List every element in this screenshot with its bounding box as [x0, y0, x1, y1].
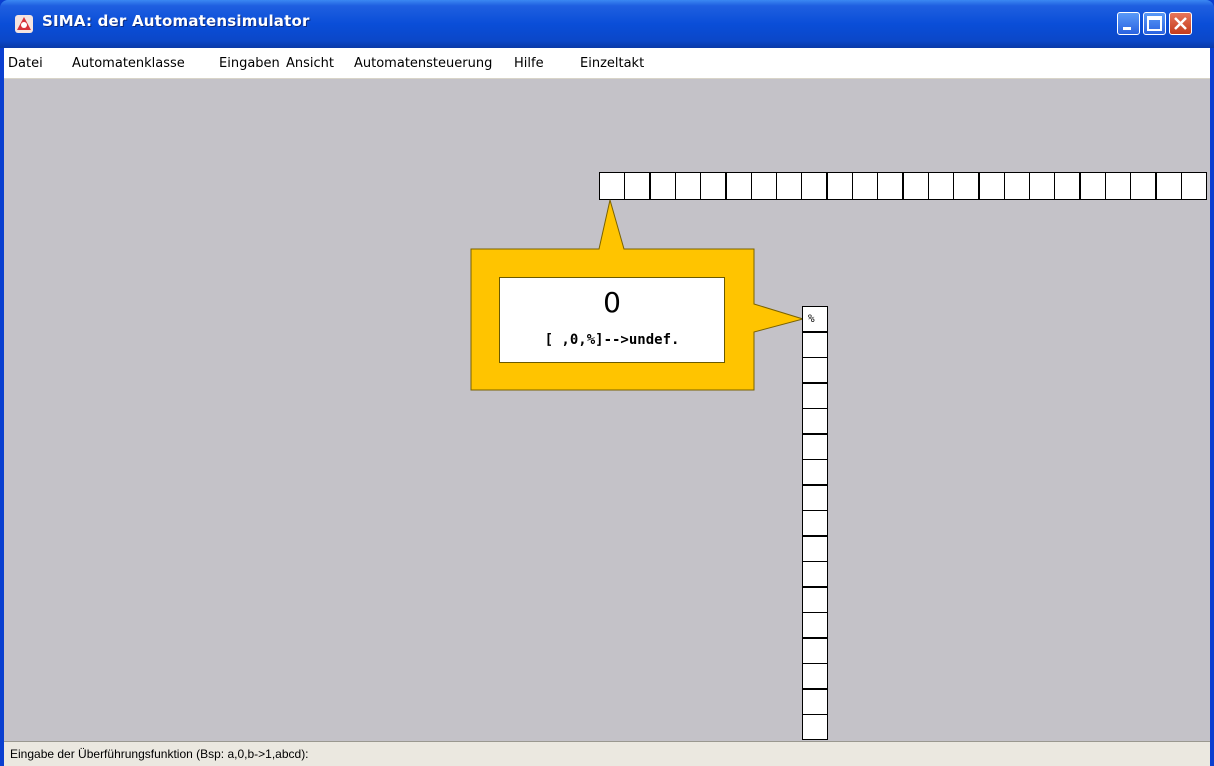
vertical-tape-cell	[802, 331, 828, 358]
vertical-tape-cell	[802, 408, 828, 434]
transition-text: [ ,0,%]-->undef.	[544, 332, 680, 348]
vertical-tape-cell: %	[802, 306, 828, 332]
close-button[interactable]	[1169, 12, 1192, 35]
vertical-tape-cell	[802, 433, 828, 460]
vertical-tape-cell	[802, 714, 828, 740]
vertical-tape-cell	[802, 663, 828, 689]
vertical-tape-cell	[802, 637, 828, 664]
minimize-icon	[1123, 27, 1131, 30]
app-icon	[15, 15, 33, 33]
window-title: SIMA: der Automatensimulator	[42, 12, 310, 30]
vertical-tape-cell	[802, 586, 828, 613]
vertical-tape-cell	[802, 484, 828, 511]
vertical-tape-cell	[802, 510, 828, 536]
close-icon	[1174, 17, 1187, 30]
menu-datei[interactable]: Datei	[8, 56, 43, 71]
state-callout	[470, 199, 805, 391]
menu-hilfe[interactable]: Hilfe	[514, 56, 544, 71]
maximize-icon	[1147, 16, 1162, 31]
vertical-tape-cell	[802, 382, 828, 409]
menu-automatenklasse[interactable]: Automatenklasse	[72, 56, 185, 71]
app-window: SIMA: der Automatensimulator Datei Autom…	[0, 0, 1214, 766]
tape-symbol: %	[808, 312, 815, 325]
maximize-button[interactable]	[1143, 12, 1166, 35]
menu-einzeltakt[interactable]: Einzeltakt	[580, 56, 644, 71]
status-text: Eingabe der Überführungsfunktion (Bsp: a…	[10, 747, 309, 761]
menu-bar: Datei Automatenklasse Eingaben Ansicht A…	[4, 48, 1210, 79]
menu-ansicht[interactable]: Ansicht	[286, 56, 334, 71]
status-bar: Eingabe der Überführungsfunktion (Bsp: a…	[4, 741, 1210, 766]
menu-automatensteuerung[interactable]: Automatensteuerung	[354, 56, 492, 71]
vertical-tape-cell	[802, 459, 828, 485]
vertical-tape-cell	[802, 688, 828, 715]
state-panel: 0 [ ,0,%]-->undef.	[499, 277, 725, 363]
vertical-tape-cell	[802, 357, 828, 383]
window-frame-right	[1210, 48, 1214, 765]
minimize-button[interactable]	[1117, 12, 1140, 35]
title-bar[interactable]: SIMA: der Automatensimulator	[0, 0, 1214, 48]
vertical-tape-cell	[802, 612, 828, 638]
simulator-canvas: % 0 [ ,0,%]-->undef.	[4, 79, 1210, 741]
vertical-tape-cell	[802, 535, 828, 562]
vertical-tape-cell	[802, 561, 828, 587]
current-state: 0	[603, 286, 621, 319]
menu-eingaben[interactable]: Eingaben	[219, 56, 280, 71]
